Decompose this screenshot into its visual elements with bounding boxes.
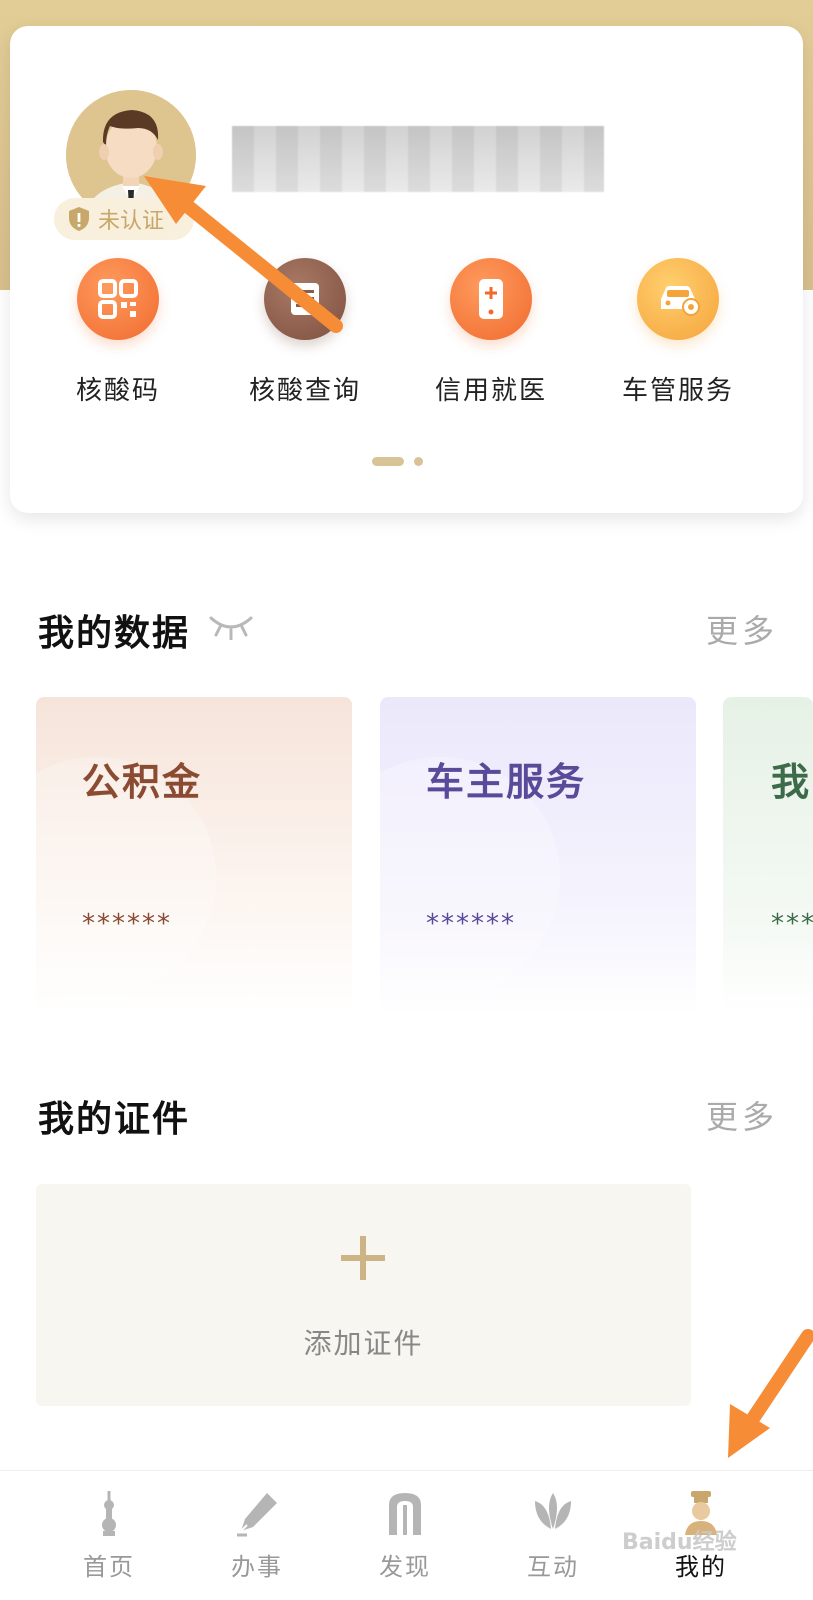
pen-icon <box>237 1493 277 1537</box>
data-card-partial[interactable]: 我 *** <box>723 697 813 1015</box>
service-label: 车管服务 <box>621 376 734 406</box>
document-icon <box>264 258 346 340</box>
service-label: 信用就医 <box>434 376 547 406</box>
qr-code-icon <box>77 258 159 340</box>
verification-badge[interactable]: 未认证 <box>54 198 194 240</box>
arch-icon <box>389 1493 421 1535</box>
service-label: 核酸码 <box>75 376 160 406</box>
watermark: Baidu经验 <box>622 1530 737 1555</box>
tab-label: 首页 <box>83 1553 135 1581</box>
service-vehicle-admin[interactable]: 车管服务 <box>583 258 773 407</box>
phone-medical-icon <box>450 258 532 340</box>
eye-closed-icon[interactable] <box>208 612 254 640</box>
pager-dot[interactable] <box>414 457 423 466</box>
data-card-title: 车主服务 <box>426 760 587 804</box>
tab-services[interactable]: 办事 <box>202 1489 312 1582</box>
plus-icon <box>341 1236 385 1280</box>
data-card-value: ****** <box>426 909 516 939</box>
tab-discover[interactable]: 发现 <box>350 1489 460 1582</box>
car-service-icon <box>637 258 719 340</box>
badge-label: 未认证 <box>98 209 165 234</box>
data-card-value: *** <box>771 909 813 939</box>
section-title-my-data: 我的数据 <box>38 613 191 654</box>
tab-label: 办事 <box>231 1553 283 1581</box>
carousel-pager <box>372 457 423 466</box>
add-certificate-card[interactable]: 添加证件 <box>36 1184 691 1406</box>
service-label: 核酸查询 <box>248 376 361 406</box>
tab-label: 发现 <box>379 1553 431 1581</box>
certificates-more-link[interactable]: 更多 <box>706 1092 778 1138</box>
tower-icon <box>102 1491 116 1536</box>
data-card-value: ****** <box>82 909 172 939</box>
username-blurred <box>232 126 604 192</box>
tab-interaction[interactable]: 互动 <box>498 1489 608 1582</box>
my-data-more-link[interactable]: 更多 <box>706 606 778 652</box>
data-card-car-owner[interactable]: 车主服务 ****** <box>380 697 696 1015</box>
tab-home[interactable]: 首页 <box>54 1489 164 1582</box>
tab-label: 互动 <box>527 1553 579 1581</box>
profile-card: 未认证 核酸码 核酸查询 信用就医 车管服务 <box>10 26 803 513</box>
service-nucleic-code[interactable]: 核酸码 <box>23 258 213 407</box>
data-card-housing-fund[interactable]: 公积金 ****** <box>36 697 352 1015</box>
quick-services: 核酸码 核酸查询 信用就医 车管服务 <box>10 258 803 438</box>
section-title-my-certificates: 我的证件 <box>38 1099 191 1140</box>
pager-active-indicator <box>372 457 404 466</box>
service-credit-medical[interactable]: 信用就医 <box>396 258 586 407</box>
data-card-title: 我 <box>771 760 812 804</box>
shield-icon <box>69 207 89 231</box>
add-certificate-label: 添加证件 <box>303 1327 424 1360</box>
data-card-title: 公积金 <box>82 760 203 804</box>
magnolia-icon <box>535 1493 571 1529</box>
annotation-arrow-mine-tab <box>728 1329 813 1458</box>
service-nucleic-query[interactable]: 核酸查询 <box>210 258 400 407</box>
